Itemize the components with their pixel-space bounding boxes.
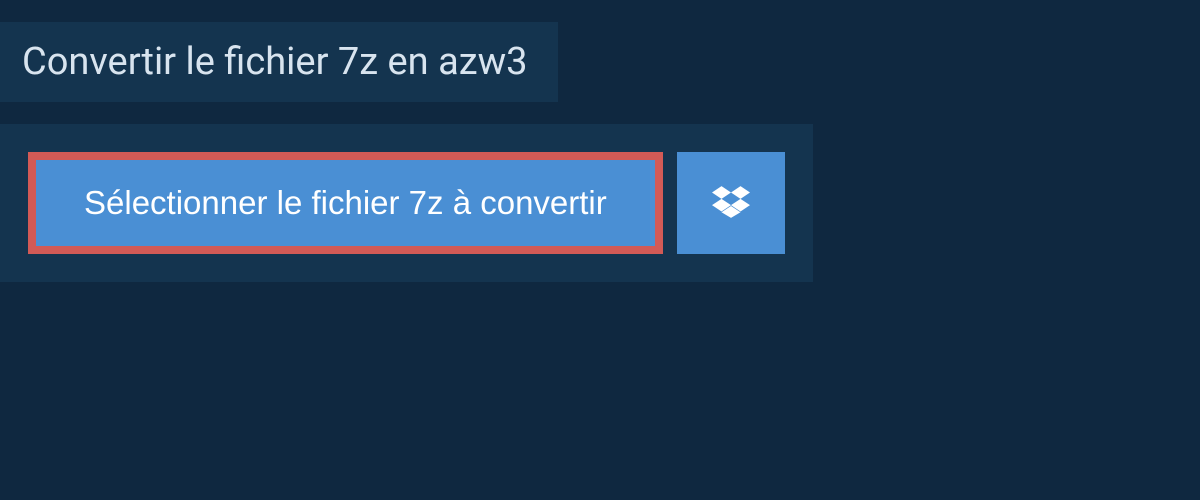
page-title: Convertir le fichier 7z en azw3	[22, 40, 528, 84]
select-file-button[interactable]: Sélectionner le fichier 7z à convertir	[28, 152, 663, 254]
header-bar: Convertir le fichier 7z en azw3	[0, 22, 558, 102]
action-panel: Sélectionner le fichier 7z à convertir	[0, 124, 813, 282]
select-file-label: Sélectionner le fichier 7z à convertir	[84, 184, 607, 222]
dropbox-icon	[712, 183, 750, 224]
dropbox-button[interactable]	[677, 152, 785, 254]
